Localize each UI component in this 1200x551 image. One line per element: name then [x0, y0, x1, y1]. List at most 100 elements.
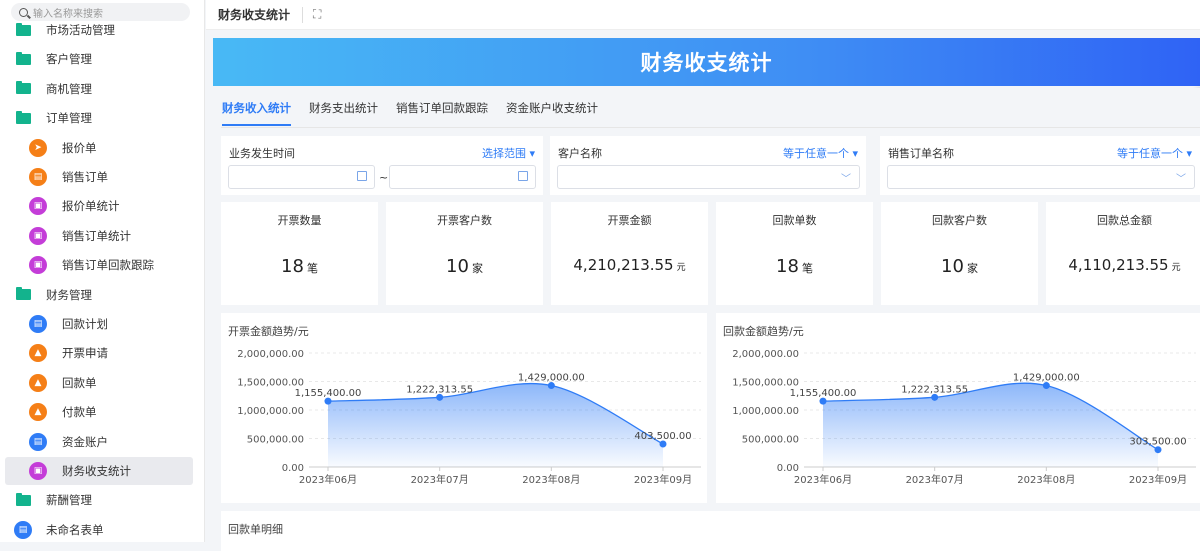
sidebar-item-label: 财务收支统计	[62, 464, 131, 478]
data-label: 1,155,400.00	[790, 388, 857, 399]
data-label: 1,222,313.55	[406, 384, 473, 395]
sidebar-item[interactable]: 市场活动管理	[5, 16, 193, 44]
sidebar-item[interactable]: ▤ 销售订单	[5, 163, 193, 191]
clipboard-icon: ▲	[29, 403, 47, 422]
sidebar-item[interactable]: ▣ 财务收支统计	[5, 457, 193, 485]
tab-expense[interactable]: 财务支出统计	[309, 100, 378, 126]
filter-operator-dropdown[interactable]: 选择范围	[482, 145, 535, 161]
top-bar: 财务收支统计 ⛶	[206, 0, 1200, 30]
sidebar-item[interactable]: ➤ 报价单	[5, 134, 193, 162]
send-icon: ➤	[29, 138, 47, 157]
sidebar-item[interactable]: ▤ 未命名表单	[5, 516, 193, 542]
area-fill	[823, 383, 1158, 467]
sidebar-item[interactable]: 财务管理	[5, 281, 193, 309]
chart-icon: ▣	[29, 197, 47, 216]
sidebar-item-label: 资金账户	[62, 434, 108, 449]
calendar-icon	[518, 171, 528, 181]
data-label: 1,222,313.55	[901, 384, 968, 395]
sidebar-item-label: 财务管理	[46, 287, 92, 302]
sidebar-item[interactable]: ▲ 回款单	[5, 369, 193, 397]
folder-icon	[16, 287, 31, 301]
banner: 财务收支统计	[213, 38, 1200, 86]
x-tick-label: 2023年09月	[634, 473, 692, 486]
sidebar-item[interactable]: ▣ 销售订单回款跟踪	[5, 251, 193, 279]
order-select[interactable]: ﹀	[887, 165, 1195, 189]
sidebar-item[interactable]: ▣ 销售订单统计	[5, 222, 193, 250]
stat-unit: 家	[966, 262, 978, 275]
doc-icon: ▤	[14, 520, 32, 539]
stat-value: 4,110,213.55	[1068, 256, 1169, 274]
sidebar-item[interactable]: ▤ 回款计划	[5, 310, 193, 338]
sidebar-item-label: 市场活动管理	[46, 23, 115, 37]
filter-time: 业务发生时间 选择范围 ~	[221, 136, 543, 195]
data-label: 1,429,000.00	[518, 373, 585, 384]
filter-label: 客户名称	[558, 147, 602, 160]
stat-unit: 笔	[306, 262, 318, 275]
x-tick-label: 2023年08月	[1017, 473, 1075, 486]
sidebar-item-label: 销售订单统计	[62, 228, 131, 243]
sidebar-item[interactable]: 薪酬管理	[5, 486, 193, 514]
payment-trend-chart: 回款金额趋势/元 0.00 500,000.00 1,000,000.00 1,500…	[716, 313, 1200, 503]
y-tick-label: 0.00	[282, 463, 304, 474]
sidebar-item[interactable]: ▲ 开票申请	[5, 339, 193, 367]
folder-icon	[16, 110, 31, 124]
end-date-input[interactable]	[389, 165, 536, 189]
y-tick-label: 1,000,000.00	[237, 406, 304, 417]
start-date-input[interactable]	[228, 165, 375, 189]
tab-account-stats[interactable]: 资金账户收支统计	[506, 100, 598, 126]
data-label: 1,155,400.00	[295, 388, 362, 399]
stat-label: 回款总金额	[1097, 214, 1152, 227]
doc-icon: ▤	[29, 432, 47, 451]
data-label: 303,500.00	[1129, 437, 1186, 448]
stat-value: 10	[446, 256, 469, 277]
filter-operator-dropdown[interactable]: 等于任意一个	[1117, 145, 1192, 161]
chart-icon: ▣	[29, 256, 47, 275]
stat-label: 回款客户数	[932, 214, 987, 227]
sidebar-item[interactable]: 客户管理	[5, 45, 193, 73]
sidebar-item[interactable]: 订单管理	[5, 104, 193, 132]
invoice-trend-chart: 开票金额趋势/元 0.00 500,000.00 1,000,000.00 1,500…	[221, 313, 707, 503]
fullscreen-icon[interactable]: ⛶	[313, 7, 321, 22]
doc-icon: ▤	[29, 315, 47, 333]
folder-icon	[16, 51, 31, 65]
data-label: 1,429,000.00	[1013, 373, 1080, 384]
tab-income[interactable]: 财务收入统计	[222, 100, 291, 126]
sidebar-item-label: 薪酬管理	[46, 493, 92, 508]
stat-value-wrap: 4,110,213.55 元	[1046, 256, 1200, 274]
x-tick-label: 2023年08月	[522, 473, 580, 486]
stat-value-wrap: 4,210,213.55 元	[551, 256, 708, 274]
sidebar-item-label: 销售订单	[62, 170, 108, 184]
stat-value-wrap: 10 家	[881, 256, 1038, 277]
sidebar-item-label: 报价单	[62, 140, 97, 155]
y-tick-label: 500,000.00	[742, 435, 799, 446]
clipboard-icon: ▲	[29, 344, 47, 363]
calendar-icon	[357, 171, 367, 181]
x-tick-label: 2023年07月	[906, 473, 964, 486]
sidebar: 输入名称来搜索 市场活动管理 客户管理 商机管理 订单管理 ➤ 报价单 ▤ 销售订单 ▣ 报价单统…	[0, 0, 205, 542]
sidebar-item[interactable]: ▲ 付款单	[5, 398, 193, 426]
tab-order-payment-tracking[interactable]: 销售订单回款跟踪	[396, 100, 488, 126]
stat-value: 4,210,213.55	[573, 256, 674, 274]
sidebar-item-label: 商机管理	[46, 81, 92, 96]
stat-card: 回款单数 18 笔	[716, 202, 873, 305]
x-tick-label: 2023年09月	[1129, 473, 1187, 486]
filter-operator-dropdown[interactable]: 等于任意一个	[783, 145, 858, 161]
stat-value-wrap: 18 笔	[221, 256, 378, 277]
folder-icon	[16, 22, 31, 36]
stat-unit: 元	[1171, 263, 1181, 273]
stat-card: 回款总金额 4,110,213.55 元	[1046, 202, 1200, 305]
form-icon: ▤	[29, 168, 47, 186]
customer-select[interactable]: ﹀	[557, 165, 860, 189]
stat-value: 10	[941, 256, 964, 277]
sidebar-item[interactable]: ▣ 报价单统计	[5, 192, 193, 220]
content-panel: 财务收入统计 财务支出统计 销售订单回款跟踪 资金账户收支统计 业务发生时间 选…	[213, 88, 1200, 551]
sidebar-item[interactable]: ▤ 资金账户	[5, 428, 193, 456]
stat-value-wrap: 18 笔	[716, 256, 873, 277]
stat-label: 回款单数	[772, 214, 817, 227]
stat-value: 18	[776, 256, 799, 277]
sidebar-item[interactable]: 商机管理	[5, 75, 193, 103]
filter-label: 业务发生时间	[229, 147, 295, 160]
stat-label: 开票客户数	[437, 214, 492, 227]
folder-icon	[16, 81, 31, 95]
sidebar-item-label: 开票申请	[62, 346, 108, 361]
